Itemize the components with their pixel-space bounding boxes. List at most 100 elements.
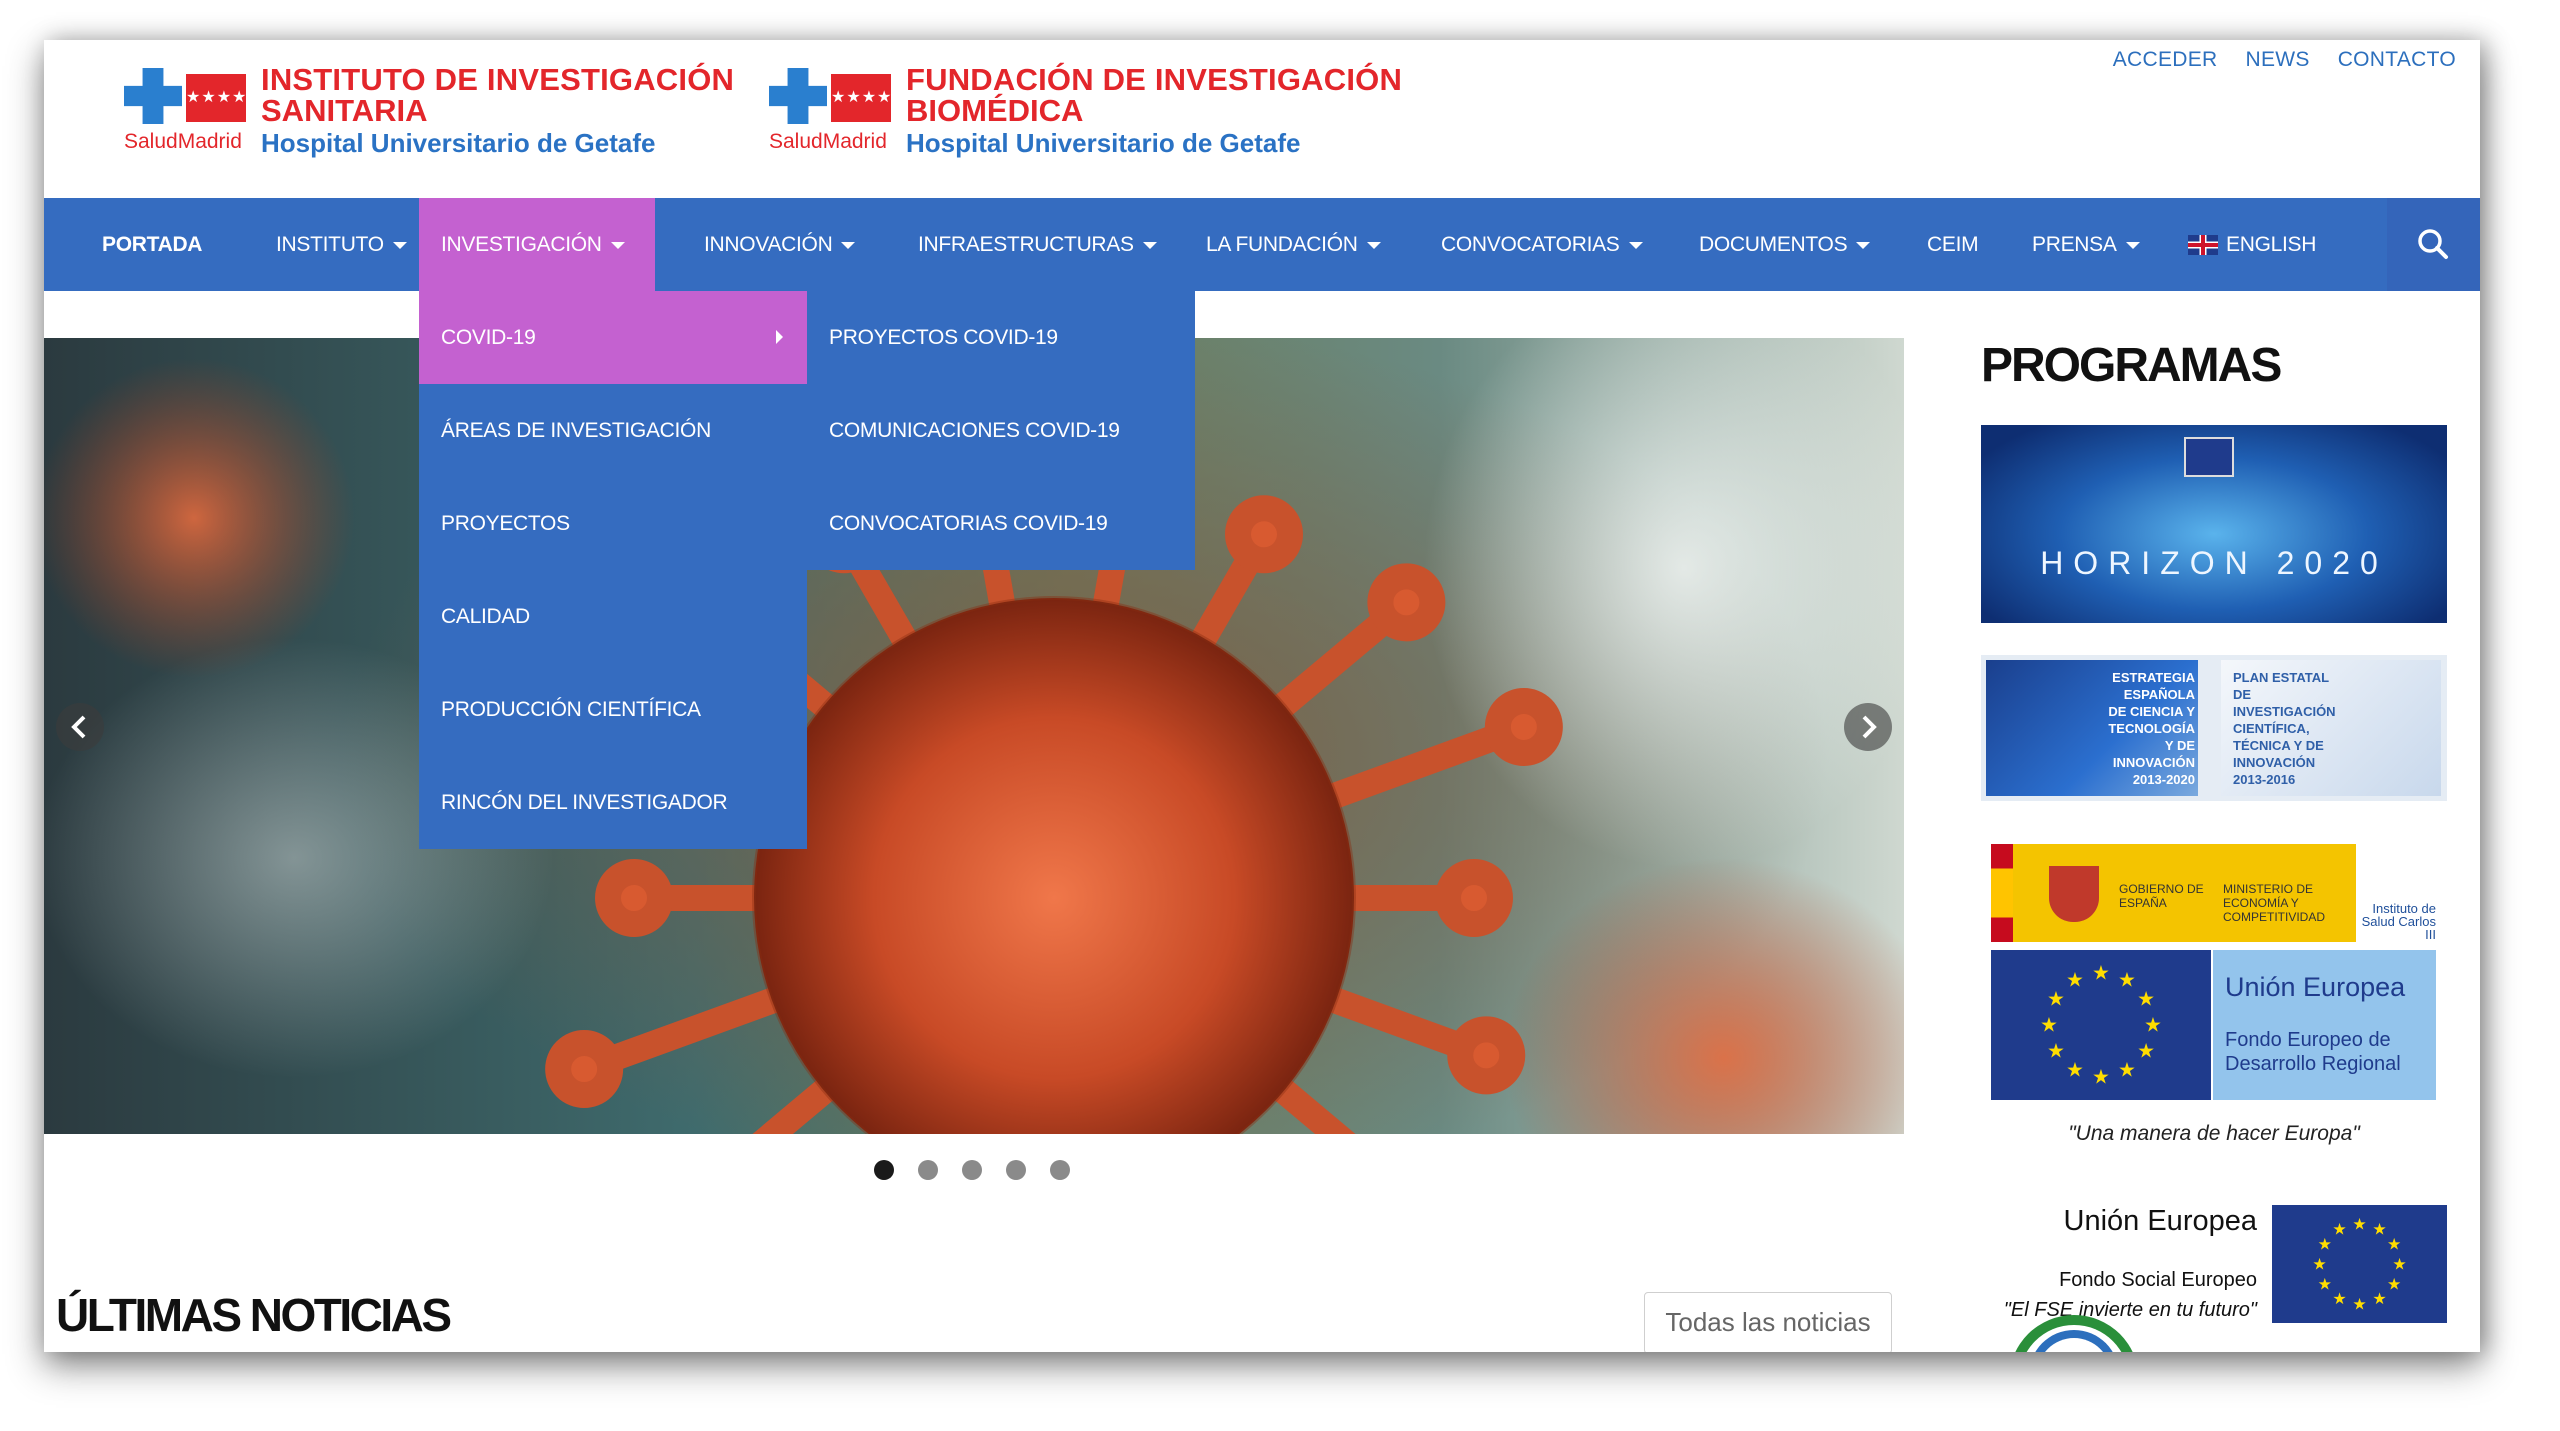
nav-english[interactable]: ENGLISH (2166, 198, 2338, 291)
virus-spike (1255, 1064, 1356, 1134)
brand-instituto-logo[interactable]: ★★★★ SaludMadrid INSTITUTO DE INVESTIGAC… (124, 64, 734, 160)
acceder-link[interactable]: ACCEDER (2113, 48, 2218, 72)
eu-stars-icon: ★★★★★★★★★ ★ ★★ (2040, 963, 2162, 1089)
gobierno-text: GOBIERNO DE ESPAÑA (2119, 882, 2204, 910)
eu-star-icon: ★ (2047, 1041, 2065, 1063)
slider-dot[interactable] (1050, 1160, 1070, 1180)
eu-star-icon: ★ (2372, 1291, 2386, 1308)
eu-star-icon: ★ (2066, 1060, 2084, 1082)
news-link[interactable]: NEWS (2246, 48, 2310, 72)
horizon-label: HORIZON 2020 (2040, 545, 2388, 581)
nav-investigacion[interactable]: INVESTIGACIÓN (419, 198, 655, 291)
submenu-item-comunicaciones-covid[interactable]: COMUNICACIONES COVID-19 (807, 384, 1195, 477)
submenu-item-proyectos-covid[interactable]: PROYECTOS COVID-19 (807, 291, 1195, 384)
nav-label: PORTADA (102, 233, 203, 256)
virus-spike-tip (1225, 495, 1303, 574)
uk-flag-icon (2188, 235, 2218, 256)
caret-down-icon (1142, 241, 1157, 249)
spain-flag-icon (1991, 844, 2013, 942)
search-button[interactable] (2387, 198, 2480, 291)
eu-star-icon: ★ (2040, 1015, 2058, 1037)
slider-dot[interactable] (874, 1160, 894, 1180)
ministerio-text: MINISTERIO DE ECONOMÍA Y COMPETITIVIDAD (2223, 882, 2326, 924)
caret-down-icon (1856, 241, 1871, 249)
nav-prensa[interactable]: PRENSA (2010, 198, 2162, 291)
nav-label: ENGLISH (2226, 233, 2317, 256)
slider-prev-button[interactable] (56, 703, 104, 751)
eu-star-icon: ★ (2352, 1296, 2366, 1313)
estrategia-text: ESTRATEGIA ESPAÑOLA DE CIENCIA Y TECNOLO… (2108, 670, 2195, 787)
virus-spike-tip (1367, 563, 1446, 642)
dropdown-item-calidad[interactable]: CALIDAD (419, 570, 807, 663)
virus-spike-tip (1447, 1016, 1526, 1095)
caret-down-icon (392, 241, 407, 249)
nav-label: CONVOCATORIAS (1441, 233, 1620, 256)
horizon-2020-banner[interactable]: HORIZON 2020 (1981, 425, 2447, 623)
fse-banner[interactable]: Unión Europea Fondo Social Europeo "El F… (1981, 1205, 2447, 1335)
dropdown-item-covid19[interactable]: COVID-19 (419, 291, 807, 384)
dropdown-label: RINCÓN DEL INVESTIGADOR (441, 791, 728, 814)
caret-right-icon (776, 330, 783, 344)
all-news-button[interactable]: Todas las noticias (1644, 1292, 1892, 1352)
nav-documentos[interactable]: DOCUMENTOS (1677, 198, 1892, 291)
brand-title-line1: FUNDACIÓN DE INVESTIGACIÓN (906, 62, 1403, 97)
slider-dots (874, 1160, 1070, 1180)
submenu-label: PROYECTOS COVID-19 (829, 326, 1058, 349)
brand-title-line2: SANITARIA (261, 93, 428, 128)
brand-fundacion-logo[interactable]: ★★★★ SaludMadrid FUNDACIÓN DE INVESTIGAC… (769, 64, 1402, 160)
brand-title-line1: INSTITUTO DE INVESTIGACIÓN (261, 62, 735, 97)
slider-next-button[interactable] (1844, 703, 1892, 751)
slider-dot[interactable] (1006, 1160, 1026, 1180)
nav-instituto[interactable]: INSTITUTO (254, 198, 429, 291)
eu-stars-icon: ★★★★★★★★★ ★ ★★ (2312, 1216, 2406, 1313)
nav-label: INFRAESTRUCTURAS (918, 233, 1134, 256)
eu-star-icon: ★ (2137, 989, 2155, 1011)
nav-infraestructuras[interactable]: INFRAESTRUCTURAS (896, 198, 1179, 291)
covid19-submenu: PROYECTOS COVID-19 COMUNICACIONES COVID-… (807, 291, 1195, 570)
gobierno-feder-banner[interactable]: GOBIERNO DE ESPAÑA MINISTERIO DE ECONOMÍ… (1981, 840, 2447, 1188)
news-section-title: ÚLTIMAS NOTICIAS (56, 1289, 452, 1341)
salud-madrid-logo-icon: ★★★★ SaludMadrid (124, 64, 249, 153)
eu-star-icon: ★ (2318, 1276, 2332, 1293)
eu-title: Unión Europea (2225, 972, 2406, 1002)
eu-star-icon: ★ (2144, 1015, 2162, 1037)
eu-star-icon: ★ (2137, 1041, 2155, 1063)
feder-motto: "Una manera de hacer Europa" (2068, 1122, 2360, 1145)
slider-dot[interactable] (918, 1160, 938, 1180)
chevron-left-icon (71, 715, 86, 739)
nav-convocatorias[interactable]: CONVOCATORIAS (1419, 198, 1665, 291)
nav-label: INSTITUTO (276, 233, 384, 256)
contacto-link[interactable]: CONTACTO (2338, 48, 2456, 72)
caret-down-icon (2125, 241, 2140, 249)
nav-portada[interactable]: PORTADA (80, 198, 224, 291)
eu-star-icon: ★ (2066, 970, 2084, 992)
eu-star-icon: ★ (2372, 1222, 2386, 1239)
virus-spike-tip (1435, 859, 1513, 937)
eu-star-icon: ★ (2092, 1067, 2110, 1089)
feder-text: Fondo Europeo de Desarrollo Regional (2225, 1029, 2401, 1075)
eu-star-icon: ★ (2332, 1222, 2346, 1239)
nav-label: INVESTIGACIÓN (441, 233, 602, 256)
dropdown-item-areas[interactable]: ÁREAS DE INVESTIGACIÓN (419, 384, 807, 477)
brand-title-line2: BIOMÉDICA (906, 93, 1084, 128)
eu-star-icon: ★ (2387, 1276, 2401, 1293)
virus-spike-tip (545, 1030, 624, 1109)
isciii-text: Instituto de Salud Carlos III (2356, 844, 2436, 942)
search-icon (2418, 229, 2448, 259)
submenu-item-convocatorias-covid[interactable]: CONVOCATORIAS COVID-19 (807, 477, 1195, 570)
nav-label: PRENSA (2032, 233, 2117, 256)
top-links: ACCEDER NEWS CONTACTO (2113, 48, 2456, 72)
slider-dot[interactable] (962, 1160, 982, 1180)
estrategia-plan-banner[interactable]: ESTRATEGIA ESPAÑOLA DE CIENCIA Y TECNOLO… (1981, 655, 2447, 801)
dropdown-item-rincon[interactable]: RINCÓN DEL INVESTIGADOR (419, 756, 807, 849)
dropdown-item-proyectos[interactable]: PROYECTOS (419, 477, 807, 570)
gobierno-strip: GOBIERNO DE ESPAÑA MINISTERIO DE ECONOMÍ… (1991, 844, 2436, 942)
nav-innovacion[interactable]: INNOVACIÓN (682, 198, 877, 291)
dropdown-label: PRODUCCIÓN CIENTÍFICA (441, 698, 701, 721)
brand-hospital-line: Hospital Universitario de Getafe (906, 128, 1301, 158)
nav-label: INNOVACIÓN (704, 233, 833, 256)
dropdown-item-produccion[interactable]: PRODUCCIÓN CIENTÍFICA (419, 663, 807, 756)
eu-star-icon: ★ (2318, 1236, 2332, 1253)
nav-ceim[interactable]: CEIM (1905, 198, 2000, 291)
nav-la-fundacion[interactable]: LA FUNDACIÓN (1184, 198, 1403, 291)
